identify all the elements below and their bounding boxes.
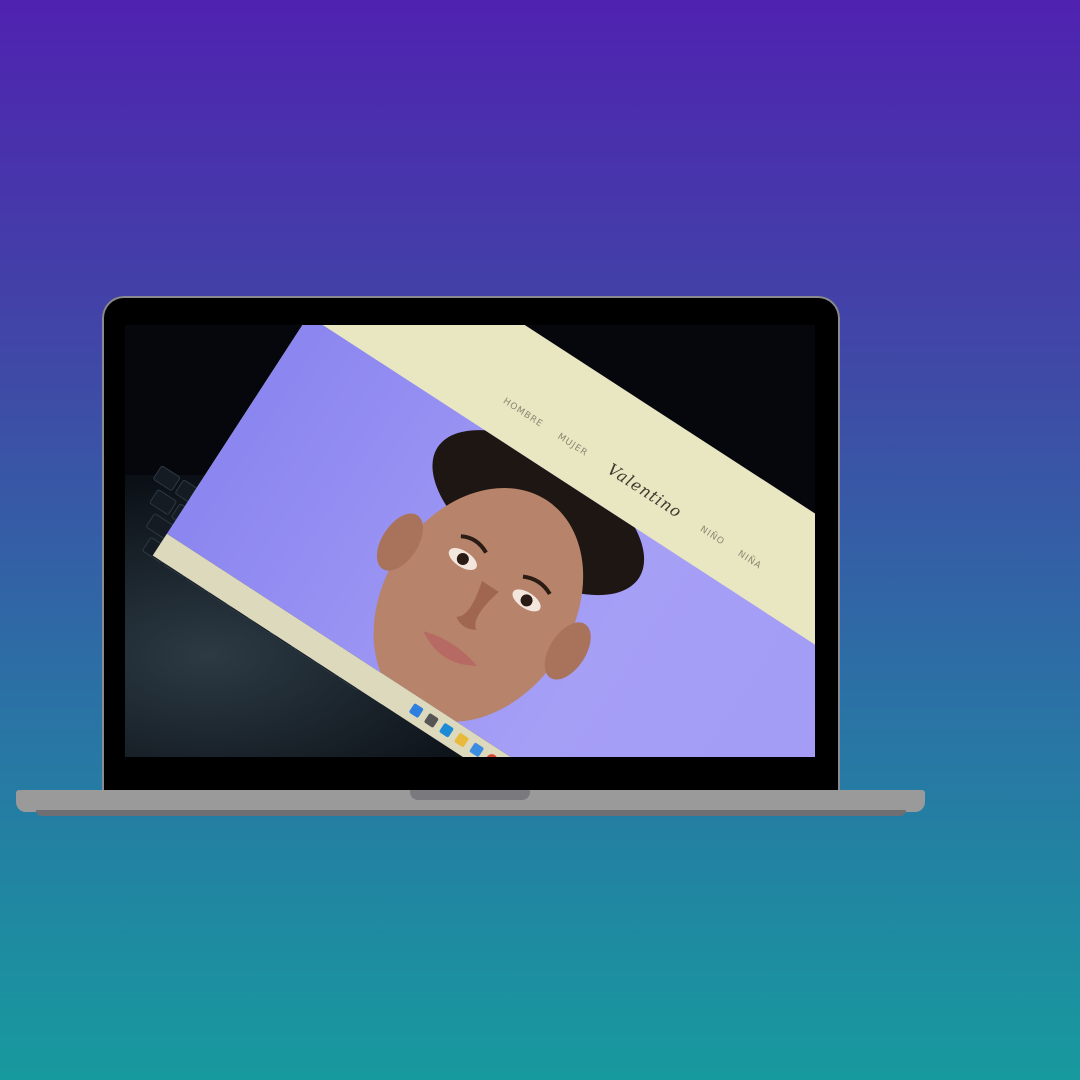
file-explorer-icon[interactable] bbox=[453, 732, 470, 748]
search-icon[interactable] bbox=[423, 712, 439, 729]
laptop-opening-notch bbox=[410, 790, 530, 800]
laptop-mockup: HOMBRE MUJER Valentino NIÑO NIÑA bbox=[0, 0, 1080, 1080]
laptop-screen: HOMBRE MUJER Valentino NIÑO NIÑA bbox=[125, 325, 815, 757]
chrome-icon[interactable] bbox=[484, 752, 500, 757]
edge-icon[interactable] bbox=[438, 722, 455, 738]
store-icon[interactable] bbox=[469, 742, 485, 757]
laptop-base-shadow bbox=[36, 810, 906, 816]
start-icon[interactable] bbox=[408, 703, 424, 719]
